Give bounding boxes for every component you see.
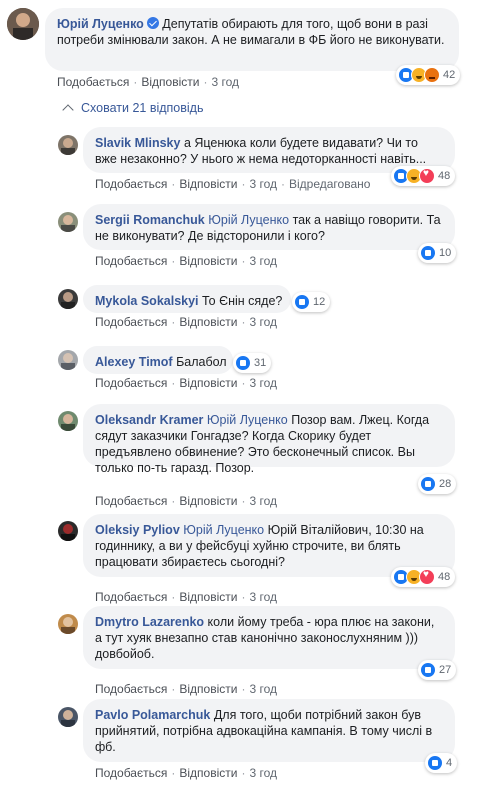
reaction-summary[interactable]: 31 — [233, 353, 272, 373]
comment-bubble: Sergii Romanchuk Юрій Луценко так а наві… — [83, 204, 455, 250]
comment-author[interactable]: Юрій Луценко — [57, 17, 144, 31]
like-reaction-icon — [235, 355, 251, 371]
like-reaction-icon — [294, 294, 310, 310]
reaction-summary[interactable]: 28 — [418, 474, 457, 494]
timestamp[interactable]: 3 год — [249, 177, 277, 191]
reaction-count: 10 — [439, 247, 452, 259]
like-reaction-icon — [420, 245, 436, 261]
avatar[interactable] — [58, 411, 78, 431]
like-link[interactable]: Подобається — [57, 75, 129, 89]
reaction-summary[interactable]: 4 — [425, 753, 458, 773]
comment-author[interactable]: Oleksandr Kramer — [95, 413, 203, 427]
reaction-count: 12 — [313, 296, 326, 308]
reaction-summary[interactable]: 48 — [391, 166, 456, 186]
comment-actions: Подобається · Відповісти · 3 год — [95, 315, 277, 329]
avatar[interactable] — [58, 707, 78, 727]
reaction-count: 28 — [439, 478, 452, 490]
comment-author[interactable]: Dmytro Lazarenko — [95, 615, 204, 629]
avatar[interactable] — [7, 8, 39, 40]
hide-replies-link[interactable]: Сховати 21 відповідь — [62, 101, 204, 116]
like-link[interactable]: Подобається — [95, 590, 167, 604]
reaction-count: 31 — [254, 357, 267, 369]
timestamp[interactable]: 3 год — [249, 376, 277, 390]
reaction-count: 4 — [446, 757, 453, 769]
timestamp[interactable]: 3 год — [249, 682, 277, 696]
comment-actions: Подобається · Відповісти · 3 год — [57, 75, 239, 89]
like-link[interactable]: Подобається — [95, 494, 167, 508]
like-link[interactable]: Подобається — [95, 376, 167, 390]
comment-text: Балабол — [176, 355, 227, 369]
comment-author[interactable]: Slavik Mlinsky — [95, 136, 180, 150]
love-reaction-icon — [419, 168, 435, 184]
avatar[interactable] — [58, 212, 78, 232]
verified-icon — [146, 17, 159, 29]
comment-actions: Подобається · Відповісти · 3 год · Відредагова… — [95, 177, 371, 191]
like-reaction-icon — [420, 662, 436, 678]
comment-bubble: Mykola Sokalskyi То Єнін сяде? — [83, 285, 291, 313]
reaction-count: 42 — [443, 69, 456, 81]
comment-actions: Подобається · Відповісти · 3 год — [95, 590, 277, 604]
timestamp[interactable]: 3 год — [249, 590, 277, 604]
timestamp[interactable]: 3 год — [249, 315, 277, 329]
comment-author[interactable]: Pavlo Polamarchuk — [95, 708, 210, 722]
reaction-summary[interactable]: 12 — [292, 292, 331, 312]
mention-link[interactable]: Юрій Луценко — [207, 413, 288, 427]
comment-actions: Подобається · Відповісти · 3 год — [95, 682, 277, 696]
like-link[interactable]: Подобається — [95, 177, 167, 191]
avatar[interactable] — [58, 614, 78, 634]
comment-bubble: Alexey Timof Балабол — [83, 346, 233, 374]
like-link[interactable]: Подобається — [95, 766, 167, 780]
like-link[interactable]: Подобається — [95, 682, 167, 696]
reaction-summary[interactable]: 10 — [418, 243, 457, 263]
reply-link[interactable]: Відповісти — [179, 315, 237, 329]
hide-replies-label: Сховати 21 відповідь — [81, 101, 204, 115]
avatar[interactable] — [58, 521, 78, 541]
like-reaction-icon — [420, 476, 436, 492]
mention-link[interactable]: Юрій Луценко — [208, 213, 289, 227]
reply-link[interactable]: Відповісти — [141, 75, 199, 89]
angry-reaction-icon — [424, 67, 440, 83]
reply-link[interactable]: Відповісти — [179, 590, 237, 604]
comment-bubble: Dmytro Lazarenko коли йому треба - юра п… — [83, 606, 455, 669]
avatar[interactable] — [58, 350, 78, 370]
timestamp[interactable]: 3 год — [249, 254, 277, 268]
reaction-count: 27 — [439, 664, 452, 676]
comment-author[interactable]: Sergii Romanchuk — [95, 213, 205, 227]
avatar[interactable] — [58, 135, 78, 155]
reply-link[interactable]: Відповісти — [179, 494, 237, 508]
reaction-count: 48 — [438, 571, 451, 583]
comment-actions: Подобається · Відповісти · 3 год — [95, 494, 277, 508]
reaction-summary[interactable]: 42 — [396, 65, 461, 85]
edited-label[interactable]: Відредаговано — [289, 177, 370, 191]
comment-actions: Подобається · Відповісти · 3 год — [95, 254, 277, 268]
like-link[interactable]: Подобається — [95, 254, 167, 268]
avatar[interactable] — [58, 289, 78, 309]
comment-actions: Подобається · Відповісти · 3 год — [95, 376, 277, 390]
comment-author[interactable]: Mykola Sokalskyi — [95, 294, 199, 308]
reply-link[interactable]: Відповісти — [179, 254, 237, 268]
comment-bubble: Oleksandr Kramer Юрій Луценко Позор вам.… — [83, 404, 455, 475]
comment-actions: Подобається · Відповісти · 3 год — [95, 766, 277, 780]
comment-bubble: Юрій Луценко Депутатів обирають для того… — [45, 8, 459, 71]
love-reaction-icon — [419, 569, 435, 585]
reaction-count: 48 — [438, 170, 451, 182]
mention-link[interactable]: Юрій Луценко — [183, 523, 264, 537]
comment-author[interactable]: Oleksiy Pyliov — [95, 523, 180, 537]
reply-link[interactable]: Відповісти — [179, 376, 237, 390]
comment-author[interactable]: Alexey Timof — [95, 355, 173, 369]
like-link[interactable]: Подобається — [95, 315, 167, 329]
reaction-summary[interactable]: 48 — [391, 567, 456, 587]
timestamp[interactable]: 3 год — [249, 766, 277, 780]
comment-text: То Єнін сяде? — [202, 294, 283, 308]
reaction-summary[interactable]: 27 — [418, 660, 457, 680]
timestamp[interactable]: 3 год — [211, 75, 239, 89]
comment-bubble: Pavlo Polamarchuk Для того, щоби потрібн… — [83, 699, 455, 762]
reply-link[interactable]: Відповісти — [179, 177, 237, 191]
chevron-up-icon — [62, 103, 74, 116]
reply-link[interactable]: Відповісти — [179, 766, 237, 780]
reply-link[interactable]: Відповісти — [179, 682, 237, 696]
like-reaction-icon — [427, 755, 443, 771]
timestamp[interactable]: 3 год — [249, 494, 277, 508]
